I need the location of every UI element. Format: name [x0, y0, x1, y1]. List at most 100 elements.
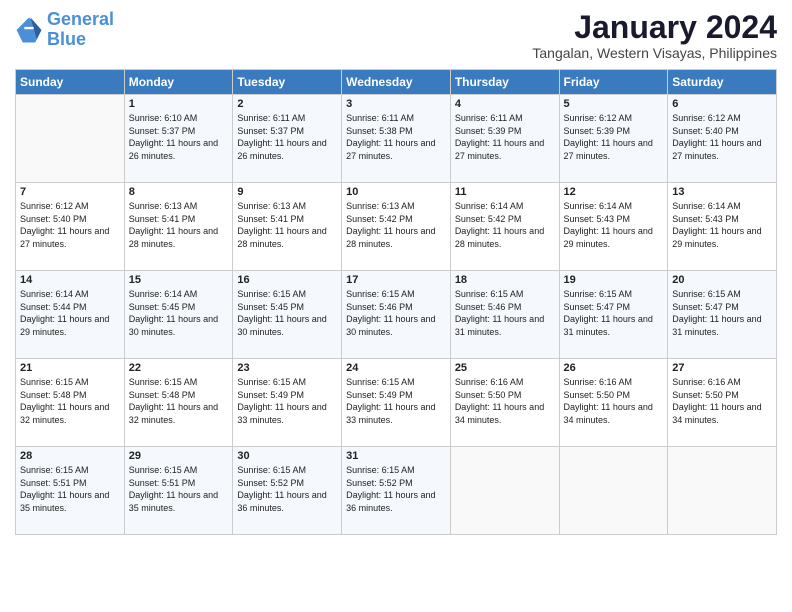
- weekday-header: Thursday: [450, 70, 559, 95]
- cell-detail: Sunrise: 6:15 AMSunset: 5:51 PMDaylight:…: [20, 464, 120, 514]
- calendar-cell: 13 Sunrise: 6:14 AMSunset: 5:43 PMDaylig…: [668, 183, 777, 271]
- day-number: 26: [564, 362, 664, 374]
- cell-detail: Sunrise: 6:15 AMSunset: 5:46 PMDaylight:…: [455, 288, 555, 338]
- calendar-body: 1 Sunrise: 6:10 AMSunset: 5:37 PMDayligh…: [16, 95, 777, 535]
- day-number: 5: [564, 98, 664, 110]
- cell-detail: Sunrise: 6:14 AMSunset: 5:45 PMDaylight:…: [129, 288, 229, 338]
- cell-detail: Sunrise: 6:12 AMSunset: 5:39 PMDaylight:…: [564, 112, 664, 162]
- day-number: 18: [455, 274, 555, 286]
- cell-detail: Sunrise: 6:15 AMSunset: 5:49 PMDaylight:…: [346, 376, 446, 426]
- weekday-header: Saturday: [668, 70, 777, 95]
- day-number: 14: [20, 274, 120, 286]
- calendar-cell: 28 Sunrise: 6:15 AMSunset: 5:51 PMDaylig…: [16, 447, 125, 535]
- day-number: 28: [20, 450, 120, 462]
- logo-text: General Blue: [47, 10, 114, 50]
- day-number: 9: [237, 186, 337, 198]
- cell-detail: Sunrise: 6:15 AMSunset: 5:51 PMDaylight:…: [129, 464, 229, 514]
- day-number: 13: [672, 186, 772, 198]
- page: General Blue January 2024 Tangalan, West…: [0, 0, 792, 612]
- calendar-cell: 24 Sunrise: 6:15 AMSunset: 5:49 PMDaylig…: [342, 359, 451, 447]
- calendar-cell: [559, 447, 668, 535]
- calendar-cell: 30 Sunrise: 6:15 AMSunset: 5:52 PMDaylig…: [233, 447, 342, 535]
- cell-detail: Sunrise: 6:13 AMSunset: 5:41 PMDaylight:…: [129, 200, 229, 250]
- day-number: 19: [564, 274, 664, 286]
- day-number: 20: [672, 274, 772, 286]
- calendar-cell: [450, 447, 559, 535]
- cell-detail: Sunrise: 6:12 AMSunset: 5:40 PMDaylight:…: [672, 112, 772, 162]
- subtitle: Tangalan, Western Visayas, Philippines: [532, 45, 777, 61]
- calendar-cell: 25 Sunrise: 6:16 AMSunset: 5:50 PMDaylig…: [450, 359, 559, 447]
- calendar-cell: 17 Sunrise: 6:15 AMSunset: 5:46 PMDaylig…: [342, 271, 451, 359]
- cell-detail: Sunrise: 6:15 AMSunset: 5:45 PMDaylight:…: [237, 288, 337, 338]
- calendar-cell: 26 Sunrise: 6:16 AMSunset: 5:50 PMDaylig…: [559, 359, 668, 447]
- calendar-week-row: 21 Sunrise: 6:15 AMSunset: 5:48 PMDaylig…: [16, 359, 777, 447]
- cell-detail: Sunrise: 6:15 AMSunset: 5:49 PMDaylight:…: [237, 376, 337, 426]
- cell-detail: Sunrise: 6:14 AMSunset: 5:43 PMDaylight:…: [672, 200, 772, 250]
- calendar-cell: 19 Sunrise: 6:15 AMSunset: 5:47 PMDaylig…: [559, 271, 668, 359]
- calendar-cell: 18 Sunrise: 6:15 AMSunset: 5:46 PMDaylig…: [450, 271, 559, 359]
- calendar-cell: 14 Sunrise: 6:14 AMSunset: 5:44 PMDaylig…: [16, 271, 125, 359]
- calendar-cell: [668, 447, 777, 535]
- calendar-cell: 27 Sunrise: 6:16 AMSunset: 5:50 PMDaylig…: [668, 359, 777, 447]
- cell-detail: Sunrise: 6:15 AMSunset: 5:52 PMDaylight:…: [237, 464, 337, 514]
- calendar-cell: 2 Sunrise: 6:11 AMSunset: 5:37 PMDayligh…: [233, 95, 342, 183]
- cell-detail: Sunrise: 6:15 AMSunset: 5:52 PMDaylight:…: [346, 464, 446, 514]
- cell-detail: Sunrise: 6:15 AMSunset: 5:48 PMDaylight:…: [20, 376, 120, 426]
- weekday-header: Monday: [124, 70, 233, 95]
- calendar-cell: 5 Sunrise: 6:12 AMSunset: 5:39 PMDayligh…: [559, 95, 668, 183]
- day-number: 24: [346, 362, 446, 374]
- cell-detail: Sunrise: 6:14 AMSunset: 5:43 PMDaylight:…: [564, 200, 664, 250]
- day-number: 15: [129, 274, 229, 286]
- calendar-cell: 1 Sunrise: 6:10 AMSunset: 5:37 PMDayligh…: [124, 95, 233, 183]
- calendar-cell: 31 Sunrise: 6:15 AMSunset: 5:52 PMDaylig…: [342, 447, 451, 535]
- cell-detail: Sunrise: 6:13 AMSunset: 5:42 PMDaylight:…: [346, 200, 446, 250]
- day-number: 27: [672, 362, 772, 374]
- calendar-cell: 3 Sunrise: 6:11 AMSunset: 5:38 PMDayligh…: [342, 95, 451, 183]
- day-number: 16: [237, 274, 337, 286]
- calendar-table: SundayMondayTuesdayWednesdayThursdayFrid…: [15, 69, 777, 535]
- calendar-cell: 22 Sunrise: 6:15 AMSunset: 5:48 PMDaylig…: [124, 359, 233, 447]
- calendar-cell: 16 Sunrise: 6:15 AMSunset: 5:45 PMDaylig…: [233, 271, 342, 359]
- day-number: 6: [672, 98, 772, 110]
- cell-detail: Sunrise: 6:15 AMSunset: 5:47 PMDaylight:…: [672, 288, 772, 338]
- day-number: 22: [129, 362, 229, 374]
- day-number: 12: [564, 186, 664, 198]
- day-number: 30: [237, 450, 337, 462]
- weekday-header: Wednesday: [342, 70, 451, 95]
- calendar-week-row: 14 Sunrise: 6:14 AMSunset: 5:44 PMDaylig…: [16, 271, 777, 359]
- day-number: 29: [129, 450, 229, 462]
- calendar-cell: 11 Sunrise: 6:14 AMSunset: 5:42 PMDaylig…: [450, 183, 559, 271]
- day-number: 3: [346, 98, 446, 110]
- calendar-cell: 10 Sunrise: 6:13 AMSunset: 5:42 PMDaylig…: [342, 183, 451, 271]
- calendar-cell: 7 Sunrise: 6:12 AMSunset: 5:40 PMDayligh…: [16, 183, 125, 271]
- calendar-header-row: SundayMondayTuesdayWednesdayThursdayFrid…: [16, 70, 777, 95]
- calendar-cell: 21 Sunrise: 6:15 AMSunset: 5:48 PMDaylig…: [16, 359, 125, 447]
- cell-detail: Sunrise: 6:13 AMSunset: 5:41 PMDaylight:…: [237, 200, 337, 250]
- cell-detail: Sunrise: 6:16 AMSunset: 5:50 PMDaylight:…: [672, 376, 772, 426]
- day-number: 11: [455, 186, 555, 198]
- cell-detail: Sunrise: 6:16 AMSunset: 5:50 PMDaylight:…: [564, 376, 664, 426]
- day-number: 4: [455, 98, 555, 110]
- weekday-header: Tuesday: [233, 70, 342, 95]
- month-title: January 2024: [532, 10, 777, 45]
- cell-detail: Sunrise: 6:15 AMSunset: 5:46 PMDaylight:…: [346, 288, 446, 338]
- cell-detail: Sunrise: 6:12 AMSunset: 5:40 PMDaylight:…: [20, 200, 120, 250]
- cell-detail: Sunrise: 6:11 AMSunset: 5:38 PMDaylight:…: [346, 112, 446, 162]
- calendar-cell: 9 Sunrise: 6:13 AMSunset: 5:41 PMDayligh…: [233, 183, 342, 271]
- calendar-cell: 15 Sunrise: 6:14 AMSunset: 5:45 PMDaylig…: [124, 271, 233, 359]
- day-number: 25: [455, 362, 555, 374]
- day-number: 2: [237, 98, 337, 110]
- cell-detail: Sunrise: 6:15 AMSunset: 5:48 PMDaylight:…: [129, 376, 229, 426]
- day-number: 7: [20, 186, 120, 198]
- weekday-header: Sunday: [16, 70, 125, 95]
- logo-icon: [15, 16, 43, 44]
- cell-detail: Sunrise: 6:11 AMSunset: 5:39 PMDaylight:…: [455, 112, 555, 162]
- day-number: 23: [237, 362, 337, 374]
- calendar-cell: 29 Sunrise: 6:15 AMSunset: 5:51 PMDaylig…: [124, 447, 233, 535]
- cell-detail: Sunrise: 6:16 AMSunset: 5:50 PMDaylight:…: [455, 376, 555, 426]
- day-number: 21: [20, 362, 120, 374]
- logo-blue: Blue: [47, 30, 114, 50]
- calendar-week-row: 28 Sunrise: 6:15 AMSunset: 5:51 PMDaylig…: [16, 447, 777, 535]
- calendar-cell: 12 Sunrise: 6:14 AMSunset: 5:43 PMDaylig…: [559, 183, 668, 271]
- day-number: 8: [129, 186, 229, 198]
